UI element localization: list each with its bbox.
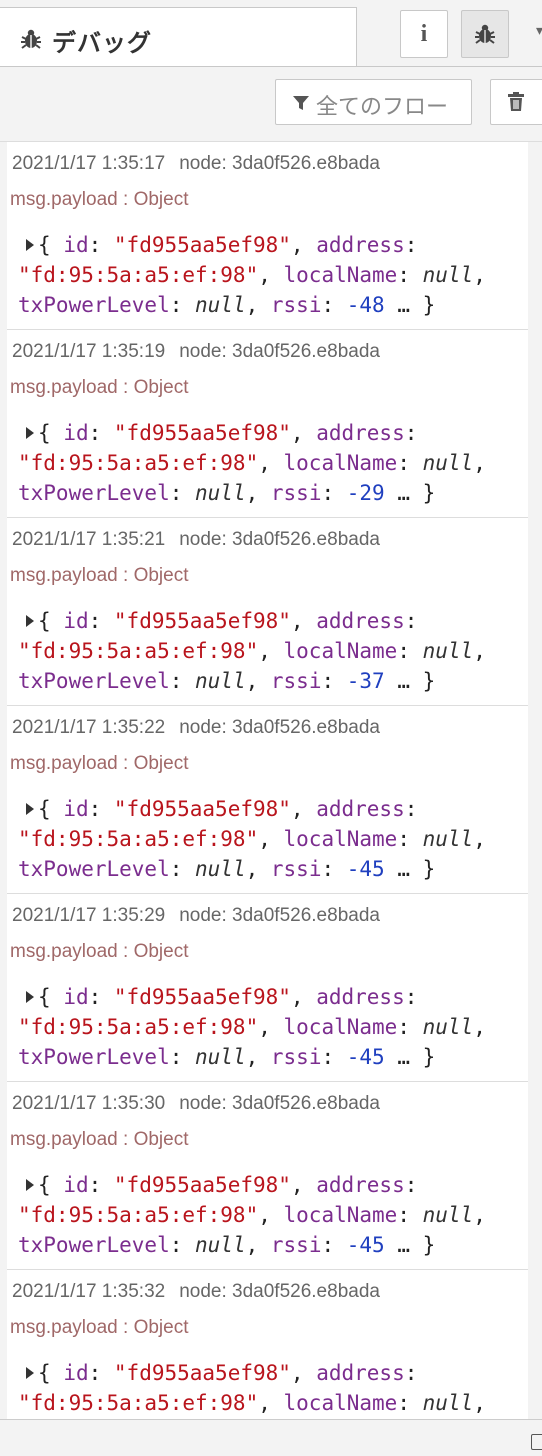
debug-toolbar: 全てのフロー — [0, 67, 542, 142]
message-topic: msg.payload : Object — [10, 377, 189, 398]
filter-flows-button[interactable]: 全てのフロー — [275, 79, 472, 125]
debug-message: 2021/1/17 1:35:30 node: 3da0f526.e8bada m… — [7, 1082, 528, 1270]
debug-button[interactable] — [461, 10, 509, 58]
expand-caret-icon[interactable] — [26, 1367, 34, 1379]
info-button[interactable]: i — [400, 10, 448, 58]
message-node-link[interactable]: node: 3da0f526.e8bada — [179, 1093, 380, 1114]
message-topic: msg.payload : Object — [10, 189, 189, 210]
debug-message: 2021/1/17 1:35:29 node: 3da0f526.e8bada m… — [7, 894, 528, 1082]
tab-debug[interactable]: デバッグ — [0, 7, 357, 66]
debug-message: 2021/1/17 1:35:22 node: 3da0f526.e8bada m… — [7, 706, 528, 894]
message-payload[interactable]: { id: "fd955aa5ef98", address: "fd:95:5a… — [18, 1170, 523, 1260]
expand-caret-icon[interactable] — [26, 615, 34, 627]
message-payload[interactable]: { id: "fd955aa5ef98", address: "fd:95:5a… — [18, 230, 523, 320]
message-timestamp: 2021/1/17 1:35:30 — [12, 1093, 166, 1114]
expand-caret-icon[interactable] — [26, 427, 34, 439]
bug-icon — [21, 29, 41, 49]
debug-message: 2021/1/17 1:35:17 node: 3da0f526.e8bada m… — [7, 142, 528, 330]
debug-message: 2021/1/17 1:35:32 node: 3da0f526.e8bada m… — [7, 1270, 528, 1419]
bug-icon — [475, 24, 495, 44]
filter-label: 全てのフロー — [316, 94, 449, 119]
clear-messages-button[interactable] — [490, 79, 542, 125]
message-topic: msg.payload : Object — [10, 1129, 189, 1150]
message-timestamp: 2021/1/17 1:35:22 — [12, 717, 166, 738]
message-timestamp: 2021/1/17 1:35:21 — [12, 529, 166, 550]
expand-caret-icon[interactable] — [26, 803, 34, 815]
debug-message: 2021/1/17 1:35:19 node: 3da0f526.e8bada m… — [7, 330, 528, 518]
message-payload[interactable]: { id: "fd955aa5ef98", address: "fd:95:5a… — [18, 418, 523, 508]
message-node-link[interactable]: node: 3da0f526.e8bada — [179, 905, 380, 926]
message-node-link[interactable]: node: 3da0f526.e8bada — [179, 341, 380, 362]
message-node-link[interactable]: node: 3da0f526.e8bada — [179, 717, 380, 738]
tab-title: デバッグ — [52, 30, 152, 57]
filter-icon — [293, 96, 309, 110]
message-topic: msg.payload : Object — [10, 565, 189, 586]
message-timestamp: 2021/1/17 1:35:19 — [12, 341, 166, 362]
expand-caret-icon[interactable] — [26, 991, 34, 1003]
expand-caret-icon[interactable] — [26, 1179, 34, 1191]
message-node-link[interactable]: node: 3da0f526.e8bada — [179, 1281, 380, 1302]
message-timestamp: 2021/1/17 1:35:17 — [12, 153, 166, 174]
debug-message-list[interactable]: 2021/1/17 1:35:17 node: 3da0f526.e8bada m… — [7, 142, 528, 1419]
info-icon: i — [420, 20, 428, 47]
chevron-down-icon[interactable]: ▾ — [536, 22, 542, 39]
message-payload[interactable]: { id: "fd955aa5ef98", address: "fd:95:5a… — [18, 1358, 523, 1418]
message-node-link[interactable]: node: 3da0f526.e8bada — [179, 153, 380, 174]
message-payload[interactable]: { id: "fd955aa5ef98", address: "fd:95:5a… — [18, 606, 523, 696]
message-topic: msg.payload : Object — [10, 941, 189, 962]
debug-message: 2021/1/17 1:35:21 node: 3da0f526.e8bada m… — [7, 518, 528, 706]
expand-caret-icon[interactable] — [26, 239, 34, 251]
sidebar-tab-bar: デバッグ i ▾ — [0, 0, 542, 67]
sidebar-footer — [0, 1419, 542, 1456]
message-topic: msg.payload : Object — [10, 753, 189, 774]
message-topic: msg.payload : Object — [10, 1317, 189, 1338]
window-icon[interactable] — [531, 1434, 542, 1450]
message-timestamp: 2021/1/17 1:35:29 — [12, 905, 166, 926]
message-payload[interactable]: { id: "fd955aa5ef98", address: "fd:95:5a… — [18, 794, 523, 884]
message-node-link[interactable]: node: 3da0f526.e8bada — [179, 529, 380, 550]
trash-icon — [508, 92, 524, 111]
message-payload[interactable]: { id: "fd955aa5ef98", address: "fd:95:5a… — [18, 982, 523, 1072]
message-timestamp: 2021/1/17 1:35:32 — [12, 1281, 166, 1302]
